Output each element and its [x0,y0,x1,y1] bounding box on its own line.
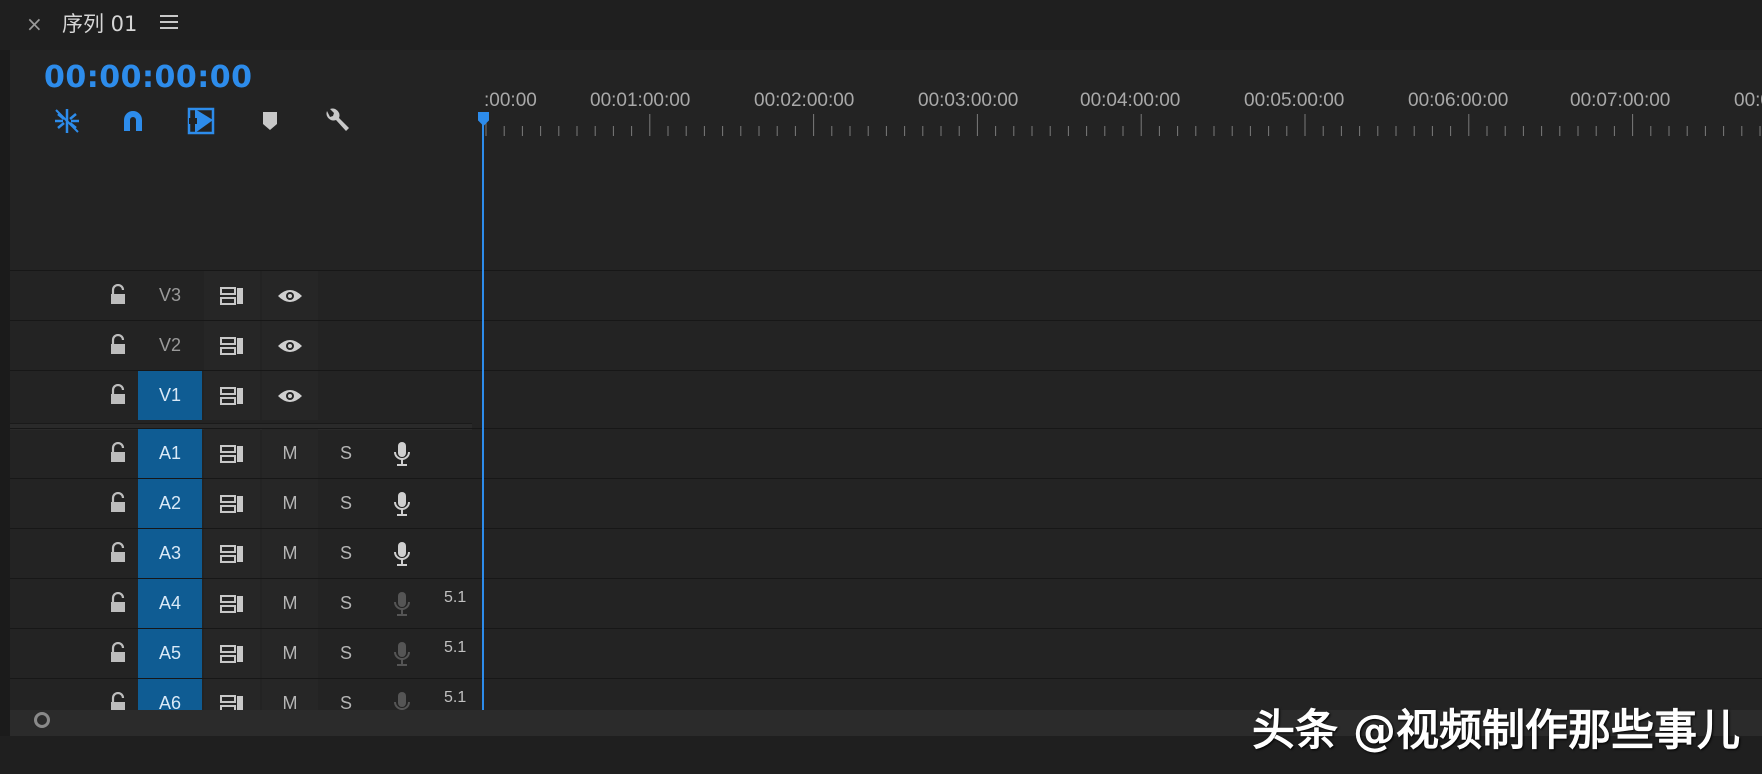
sync-lock-icon[interactable] [204,479,260,528]
track-name-a5[interactable]: A5 [138,629,202,678]
sync-lock-icon[interactable] [204,371,260,420]
snap-icon[interactable] [116,104,150,138]
track-row-v3: V3 [10,270,1762,320]
track-name-a3[interactable]: A3 [138,529,202,578]
lock-icon[interactable] [108,283,130,308]
lock-icon[interactable] [108,441,130,466]
sync-lock-icon[interactable] [204,429,260,478]
channel-label: 5.1 [444,589,467,606]
panel-edge [0,0,10,774]
mute-button[interactable]: M [262,529,318,578]
lock-icon[interactable] [108,383,130,408]
microphone-icon[interactable] [374,529,430,578]
track-row-a4: A4 M S 5.1 [10,578,1762,628]
channel-label: 5.1 [444,639,467,656]
panel-tab-bar: × 序列 01 [0,0,1762,50]
lock-icon[interactable] [108,541,130,566]
track-row-v2: V2 [10,320,1762,370]
insert-overwrite-icon[interactable] [50,104,84,138]
zoom-scroll-handle[interactable] [34,712,50,728]
watermark-text: 头条 @视频制作那些事儿 [1252,706,1740,756]
track-name-v3[interactable]: V3 [138,271,202,320]
track-row-a5: A5 M S 5.1 [10,628,1762,678]
track-row-a2: A2 M S [10,478,1762,528]
track-name-a2[interactable]: A2 [138,479,202,528]
mute-button[interactable]: M [262,679,318,710]
lock-icon[interactable] [108,691,130,710]
playhead-timecode[interactable]: 00:00:00:00 [44,60,252,95]
track-row-v1: V1 [10,370,1762,420]
mute-button[interactable]: M [262,429,318,478]
microphone-icon[interactable] [374,629,430,678]
lock-icon[interactable] [108,333,130,358]
solo-button[interactable]: S [318,479,374,528]
sync-lock-icon[interactable] [204,529,260,578]
add-marker-icon[interactable] [253,104,287,138]
solo-button[interactable]: S [318,629,374,678]
lock-icon[interactable] [108,591,130,616]
close-tab-icon[interactable]: × [26,12,43,36]
channel-label: 5.1 [444,689,467,706]
sync-lock-icon[interactable] [204,629,260,678]
track-name-a1[interactable]: A1 [138,429,202,478]
linked-selection-icon[interactable] [184,104,218,138]
track-row-a1: A1 M S [10,428,1762,478]
lock-icon[interactable] [108,491,130,516]
track-name-v2[interactable]: V2 [138,321,202,370]
track-row-a3: A3 M S [10,528,1762,578]
microphone-icon[interactable] [374,579,430,628]
microphone-icon[interactable] [374,679,430,710]
ruler-ticks [485,114,1761,136]
track-name-a6[interactable]: A6 [138,679,202,710]
eye-icon[interactable] [262,321,318,370]
track-name-a4[interactable]: A4 [138,579,202,628]
sequence-tab-title[interactable]: 序列 01 [62,10,137,38]
solo-button[interactable]: S [318,579,374,628]
mute-button[interactable]: M [262,479,318,528]
mute-button[interactable]: M [262,579,318,628]
mute-button[interactable]: M [262,629,318,678]
lock-icon[interactable] [108,641,130,666]
solo-button[interactable]: S [318,429,374,478]
sync-lock-icon[interactable] [204,321,260,370]
solo-button[interactable]: S [318,529,374,578]
sync-lock-icon[interactable] [204,271,260,320]
sync-lock-icon[interactable] [204,679,260,710]
microphone-icon[interactable] [374,429,430,478]
track-name-v1[interactable]: V1 [138,371,202,420]
panel-menu-icon[interactable] [160,15,178,31]
time-ruler[interactable]: :00:00 00:01:00:00 00:02:00:00 00:03:00:… [484,90,1762,140]
microphone-icon[interactable] [374,479,430,528]
sync-lock-icon[interactable] [204,579,260,628]
solo-button[interactable]: S [318,679,374,710]
playhead-line[interactable] [482,112,484,710]
eye-icon[interactable] [262,371,318,420]
settings-wrench-icon[interactable] [320,104,354,138]
eye-icon[interactable] [262,271,318,320]
